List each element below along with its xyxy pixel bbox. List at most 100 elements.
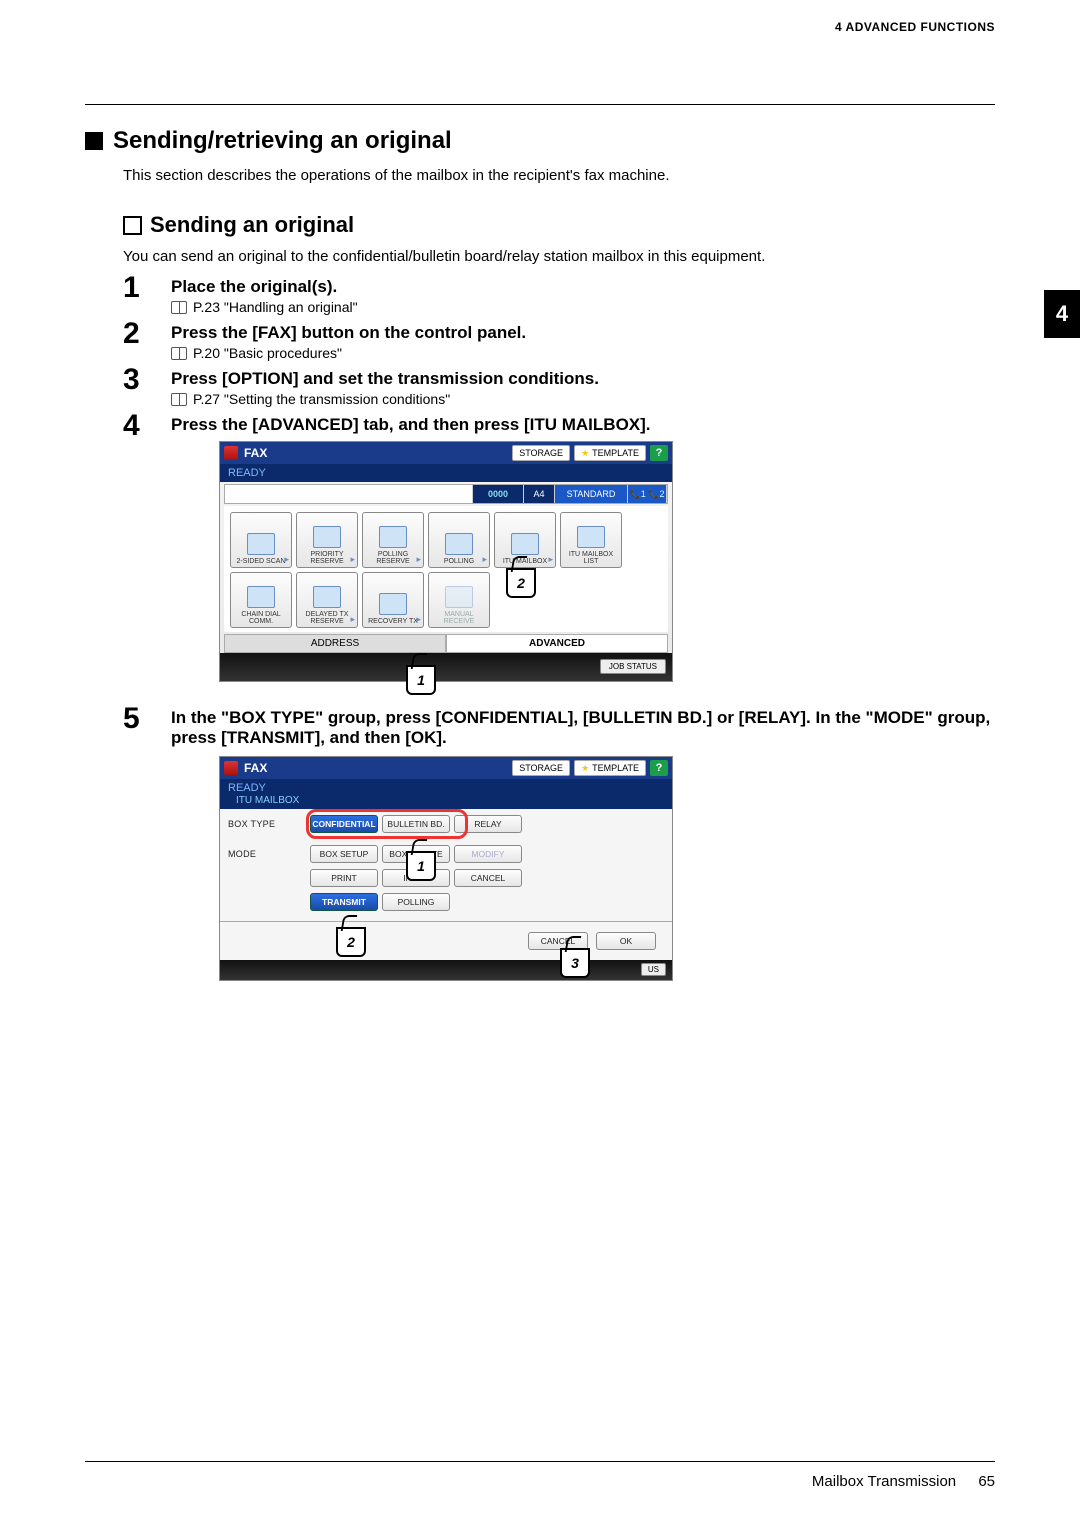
cell-label: PRIORITY RESERVE <box>297 551 357 565</box>
book-icon <box>171 301 187 314</box>
book-icon <box>171 393 187 406</box>
modify-button[interactable]: MODIFY <box>454 845 522 863</box>
chapter-header: 4 ADVANCED FUNCTIONS <box>85 20 995 34</box>
itu-mailbox-screenshot: FAX STORAGE TEMPLATE ? READY ITU MAILBOX… <box>219 756 673 981</box>
mode-row-2: PRINT INPUT CANCEL <box>228 869 664 887</box>
step-3: 3 Press [OPTION] and set the transmissio… <box>123 369 995 407</box>
step-2: 2 Press the [FAX] button on the control … <box>123 323 995 361</box>
steps-list: 1 Place the original(s). P.23 "Handling … <box>123 277 995 981</box>
heading-2-text: Sending an original <box>150 212 354 238</box>
polling-reserve-button[interactable]: POLLING RESERVE▸ <box>362 512 424 568</box>
ss-title: FAX <box>244 446 267 460</box>
callout-2: 2 <box>336 927 366 957</box>
footer-section: Mailbox Transmission <box>812 1473 956 1490</box>
step-ref-text: P.27 "Setting the transmission condition… <box>193 391 450 407</box>
counter: 0000 <box>473 485 524 503</box>
manual-receive-button[interactable]: MANUAL RECEIVE <box>428 572 490 628</box>
standard-badge[interactable]: STANDARD <box>555 485 628 503</box>
heading-1: Sending/retrieving an original <box>85 127 995 155</box>
polling-button[interactable]: POLLING▸ <box>428 512 490 568</box>
h2-intro: You can send an original to the confiden… <box>123 248 995 265</box>
fax-icon <box>224 761 238 775</box>
footer: Mailbox Transmission 65 <box>812 1473 995 1490</box>
two-sided-scan-button[interactable]: 2-SIDED SCAN▸ <box>230 512 292 568</box>
us-tag: US <box>641 963 666 976</box>
h1-intro: This section describes the operations of… <box>123 167 995 184</box>
polling-mode-button[interactable]: POLLING <box>382 893 450 911</box>
cell-label: POLLING <box>444 558 474 565</box>
form-area: BOX TYPE CONFIDENTIAL BULLETIN BD. RELAY… <box>220 809 672 960</box>
step-title: Press the [ADVANCED] tab, and then press… <box>171 415 995 435</box>
ok-button[interactable]: OK <box>596 932 656 950</box>
bulletin-button[interactable]: BULLETIN BD. <box>382 815 450 833</box>
dialog-buttons: CANCEL OK <box>228 928 664 956</box>
step-number: 1 <box>123 271 140 305</box>
storage-button[interactable]: STORAGE <box>512 445 570 461</box>
callout-2: 2 <box>506 568 536 598</box>
chain-dial-button[interactable]: CHAIN DIAL COMM. <box>230 572 292 628</box>
ready-status: READY <box>220 464 672 482</box>
footer-rule <box>85 1461 995 1462</box>
step-ref: P.27 "Setting the transmission condition… <box>171 391 995 407</box>
mode-label: MODE <box>228 849 298 859</box>
form-divider <box>220 921 672 922</box>
paper-size: A4 <box>524 485 555 503</box>
ss-tabs: ADDRESS ADVANCED <box>224 634 668 653</box>
cell-label: MANUAL RECEIVE <box>429 611 489 625</box>
step-title: Place the original(s). <box>171 277 995 297</box>
heading-1-text: Sending/retrieving an original <box>113 127 452 155</box>
tab-address[interactable]: ADDRESS <box>224 634 446 653</box>
fax-icon <box>224 446 238 460</box>
cell-label: DELAYED TX RESERVE <box>297 611 357 625</box>
tab-advanced[interactable]: ADVANCED <box>446 634 668 653</box>
step-number: 4 <box>123 409 140 443</box>
confidential-button[interactable]: CONFIDENTIAL <box>310 815 378 833</box>
help-button[interactable]: ? <box>650 445 668 461</box>
fax-advanced-screenshot: FAX STORAGE TEMPLATE ? READY 0000 A4 STA… <box>219 441 673 682</box>
priority-reserve-button[interactable]: PRIORITY RESERVE▸ <box>296 512 358 568</box>
template-button[interactable]: TEMPLATE <box>574 760 646 776</box>
ready-text: READY <box>228 782 266 794</box>
step-ref-text: P.23 "Handling an original" <box>193 299 358 315</box>
relay-button[interactable]: RELAY <box>454 815 522 833</box>
print-button[interactable]: PRINT <box>310 869 378 887</box>
storage-button[interactable]: STORAGE <box>512 760 570 776</box>
callout-1: 1 <box>406 665 436 695</box>
delayed-tx-button[interactable]: DELAYED TX RESERVE▸ <box>296 572 358 628</box>
ss-titlebar: FAX STORAGE TEMPLATE ? <box>220 757 672 779</box>
mode-row-1: MODE BOX SETUP BOX DELETE MODIFY <box>228 845 664 863</box>
advanced-grid: 2-SIDED SCAN▸ PRIORITY RESERVE▸ POLLING … <box>224 506 668 632</box>
ss-title: FAX <box>244 761 267 775</box>
boxtype-row: BOX TYPE CONFIDENTIAL BULLETIN BD. RELAY <box>228 815 664 833</box>
ss-footer: JOB STATUS <box>220 653 672 681</box>
box-setup-button[interactable]: BOX SETUP <box>310 845 378 863</box>
job-status-button[interactable]: JOB STATUS <box>600 659 666 674</box>
status-bar: 0000 A4 STANDARD 📞1 📞2 <box>224 484 668 504</box>
step-number: 5 <box>123 702 140 736</box>
transmit-button[interactable]: TRANSMIT <box>310 893 378 911</box>
help-button[interactable]: ? <box>650 760 668 776</box>
step-4: 4 Press the [ADVANCED] tab, and then pre… <box>123 415 995 682</box>
heading-2: Sending an original <box>123 212 995 238</box>
step-1: 1 Place the original(s). P.23 "Handling … <box>123 277 995 315</box>
rule-top <box>85 104 995 105</box>
mode-row-3: TRANSMIT POLLING <box>228 893 664 911</box>
page-number: 65 <box>978 1473 995 1490</box>
recovery-tx-button[interactable]: RECOVERY TX▸ <box>362 572 424 628</box>
step-ref: P.23 "Handling an original" <box>171 299 995 315</box>
boxtype-label: BOX TYPE <box>228 819 298 829</box>
square-bullet-icon <box>85 132 103 150</box>
step-ref: P.20 "Basic procedures" <box>171 345 995 361</box>
ss-footer: US <box>220 960 672 980</box>
template-button[interactable]: TEMPLATE <box>574 445 646 461</box>
ready-status: READY ITU MAILBOX <box>220 779 672 809</box>
itu-mailbox-list-button[interactable]: ITU MAILBOX LIST <box>560 512 622 568</box>
step-number: 2 <box>123 317 140 351</box>
step-title: In the "BOX TYPE" group, press [CONFIDEN… <box>171 708 995 748</box>
hollow-square-icon <box>123 216 142 235</box>
book-icon <box>171 347 187 360</box>
step-title: Press the [FAX] button on the control pa… <box>171 323 995 343</box>
cancel-mode-button[interactable]: CANCEL <box>454 869 522 887</box>
sub-title: ITU MAILBOX <box>228 795 299 806</box>
phone-lines[interactable]: 📞1 📞2 <box>628 485 667 503</box>
